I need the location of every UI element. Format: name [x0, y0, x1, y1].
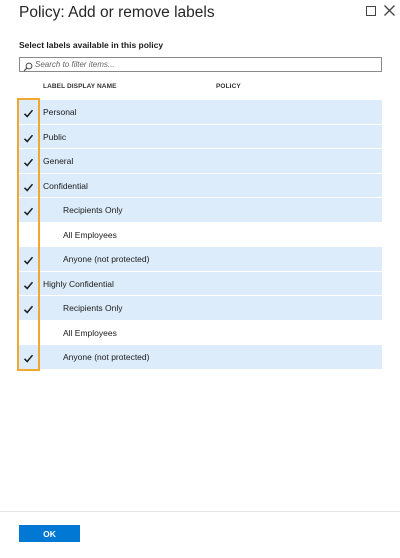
label-name: Highly Confidential — [43, 278, 114, 289]
search-icon — [23, 59, 33, 72]
label-row[interactable]: Highly Confidential — [18, 271, 382, 296]
checkmark-icon[interactable] — [23, 131, 34, 143]
label-name: Public — [43, 131, 67, 142]
checkmark-icon[interactable] — [23, 204, 34, 216]
maximize-icon[interactable] — [365, 4, 379, 18]
label-row[interactable]: All Employees — [18, 222, 382, 247]
search-input[interactable] — [35, 58, 375, 71]
checkmark-icon[interactable] — [23, 155, 34, 167]
label-name: All Employees — [63, 229, 117, 240]
row-checkbox[interactable] — [23, 327, 34, 338]
label-name: Anyone (not protected) — [63, 352, 150, 362]
checkmark-icon[interactable] — [23, 106, 34, 118]
row-checkbox[interactable] — [23, 229, 34, 240]
label-name: General — [43, 156, 74, 166]
label-row[interactable]: General — [18, 149, 382, 174]
checkmark-icon[interactable] — [23, 253, 34, 265]
label-name: All Employees — [63, 327, 117, 338]
label-row[interactable]: Public — [18, 124, 382, 149]
labels-panel: Policy: Add or remove labels Select labe… — [0, 0, 400, 558]
ok-button[interactable]: OK — [19, 525, 80, 542]
labels-list: Personal Public General Confidential Recipie… — [18, 100, 382, 370]
label-name: Anyone (not protected) — [63, 254, 150, 264]
footer-divider — [0, 511, 400, 512]
label-row[interactable]: Anyone (not protected) — [18, 247, 382, 272]
search-box[interactable] — [19, 57, 382, 72]
checkmark-icon[interactable] — [23, 278, 34, 290]
column-header-policy[interactable]: POLICY — [216, 83, 241, 90]
checkmark-icon[interactable] — [23, 180, 34, 192]
label-name: Confidential — [43, 180, 88, 191]
close-icon[interactable] — [383, 4, 397, 18]
label-name: Recipients Only — [63, 303, 123, 313]
label-row[interactable]: Recipients Only — [18, 296, 382, 321]
dialog-header: Policy: Add or remove labels — [19, 0, 395, 30]
section-label: Select labels available in this policy — [19, 40, 164, 50]
checkmark-icon[interactable] — [23, 351, 34, 363]
label-row[interactable]: Recipients Only — [18, 198, 382, 223]
label-row[interactable]: Anyone (not protected) — [18, 345, 382, 370]
label-name: Personal — [43, 107, 77, 117]
checkmark-icon[interactable] — [23, 302, 34, 314]
label-row[interactable]: Personal — [18, 100, 382, 125]
column-header-label-name[interactable]: LABEL DISPLAY NAME — [43, 83, 117, 90]
label-row[interactable]: All Employees — [18, 320, 382, 345]
label-row[interactable]: Confidential — [18, 173, 382, 198]
dialog-title: Policy: Add or remove labels — [19, 4, 215, 21]
label-name: Recipients Only — [63, 205, 123, 215]
